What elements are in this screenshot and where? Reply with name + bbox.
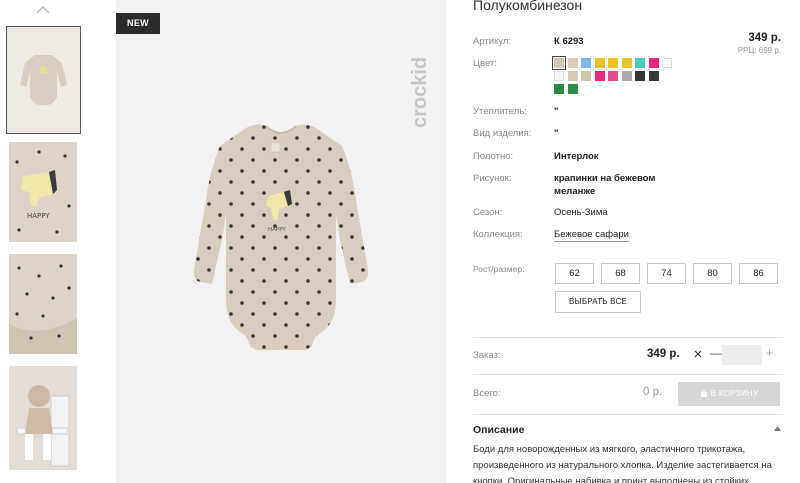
product-page: HAPPY NEW crockid HAPPY Полукомбинезон А… <box>0 0 800 483</box>
thumbnail-gallery: HAPPY <box>0 0 82 483</box>
size-option-80[interactable]: 80 <box>693 263 732 284</box>
select-all-sizes-button[interactable]: ВЫБРАТЬ ВСЕ <box>555 291 641 313</box>
divider <box>473 374 783 375</box>
size-label: Рост/размер: <box>473 264 525 274</box>
season-value: Осень-Зима <box>554 207 608 218</box>
chevron-up-icon[interactable] <box>35 4 51 16</box>
color-swatch[interactable] <box>567 84 578 94</box>
kind-value: " <box>554 128 559 139</box>
color-swatch[interactable] <box>635 71 645 81</box>
total-value: 0 р. <box>643 386 663 398</box>
size-option-68[interactable]: 68 <box>601 263 640 284</box>
color-swatch[interactable] <box>594 71 605 81</box>
quantity-decrease-button[interactable]: — <box>710 346 722 360</box>
product-title: Полукомбинезон <box>473 0 583 13</box>
color-swatch[interactable] <box>608 58 618 68</box>
color-swatch[interactable] <box>621 71 632 81</box>
svg-text:HAPPY: HAPPY <box>27 212 50 220</box>
collection-link[interactable]: Бежевое сафари <box>554 229 629 242</box>
color-swatch[interactable] <box>552 56 566 70</box>
color-swatch[interactable] <box>554 84 564 94</box>
add-to-cart-label: В КОРЗИНУ <box>710 389 759 398</box>
season-label: Сезон: <box>473 207 503 218</box>
insulation-value: " <box>554 106 559 117</box>
color-swatch[interactable] <box>567 71 578 81</box>
pattern-value-line-2: меланже <box>554 186 596 197</box>
rrp-price: РРЦ: 699 р. <box>737 46 781 55</box>
article-value: К 6293 <box>554 36 584 47</box>
color-swatch[interactable] <box>621 58 632 68</box>
caret-up-icon[interactable] <box>774 426 781 431</box>
thumbnail-1[interactable] <box>6 26 81 134</box>
collection-label: Коллекция: <box>473 229 523 240</box>
size-option-74[interactable]: 74 <box>647 263 686 284</box>
fabric-label: Полотно: <box>473 151 514 162</box>
bodysuit-image: HAPPY <box>193 124 369 351</box>
insulation-label: Утеплитель: <box>473 106 527 117</box>
color-swatch[interactable] <box>608 71 618 81</box>
thumbnail-2[interactable]: HAPPY <box>9 142 77 242</box>
main-product-image[interactable]: NEW crockid HAPPY <box>116 0 446 483</box>
color-swatch[interactable] <box>581 71 591 81</box>
cart-icon <box>700 389 707 397</box>
fabric-value: Интерлок <box>554 151 599 162</box>
color-swatch[interactable] <box>635 58 645 68</box>
color-label: Цвет: <box>473 58 497 69</box>
size-option-86[interactable]: 86 <box>739 263 778 284</box>
bodysuit-thumbnail-image <box>7 27 80 133</box>
add-to-cart-button[interactable]: В КОРЗИНУ <box>678 382 780 406</box>
product-price: 349 р. <box>748 32 781 44</box>
pattern-value-line-1: крапинки на бежевом <box>554 173 656 184</box>
order-label: Заказ: <box>473 350 501 361</box>
thumbnail-3[interactable] <box>9 254 77 354</box>
pattern-label: Рисунок: <box>473 173 512 184</box>
svg-text:HAPPY: HAPPY <box>268 227 286 233</box>
multiply-icon <box>694 350 702 358</box>
color-swatch[interactable] <box>648 71 659 81</box>
color-swatch[interactable] <box>648 58 659 68</box>
kind-label: Вид изделия: <box>473 128 532 139</box>
fabric-closeup-image <box>9 254 77 354</box>
color-swatch[interactable] <box>662 58 672 68</box>
size-option-62[interactable]: 62 <box>555 263 594 284</box>
quantity-increase-button[interactable]: + <box>766 346 773 360</box>
baby-photo-image <box>9 366 77 470</box>
color-swatch[interactable] <box>581 58 591 68</box>
description-title[interactable]: Описание <box>473 424 524 436</box>
article-label: Артикул: <box>473 36 512 47</box>
order-price: 349 р. <box>647 348 680 360</box>
color-swatch[interactable] <box>567 58 578 68</box>
description-text: Боди для новорожденных из мягкого, эласт… <box>473 444 772 483</box>
total-label: Всего: <box>473 388 501 399</box>
thumbnail-4[interactable] <box>9 366 77 470</box>
divider <box>473 414 783 415</box>
color-swatch[interactable] <box>594 58 605 68</box>
color-swatch[interactable] <box>554 71 564 81</box>
divider <box>473 337 783 338</box>
quantity-input[interactable] <box>722 345 762 365</box>
print-closeup-image: HAPPY <box>9 142 77 242</box>
